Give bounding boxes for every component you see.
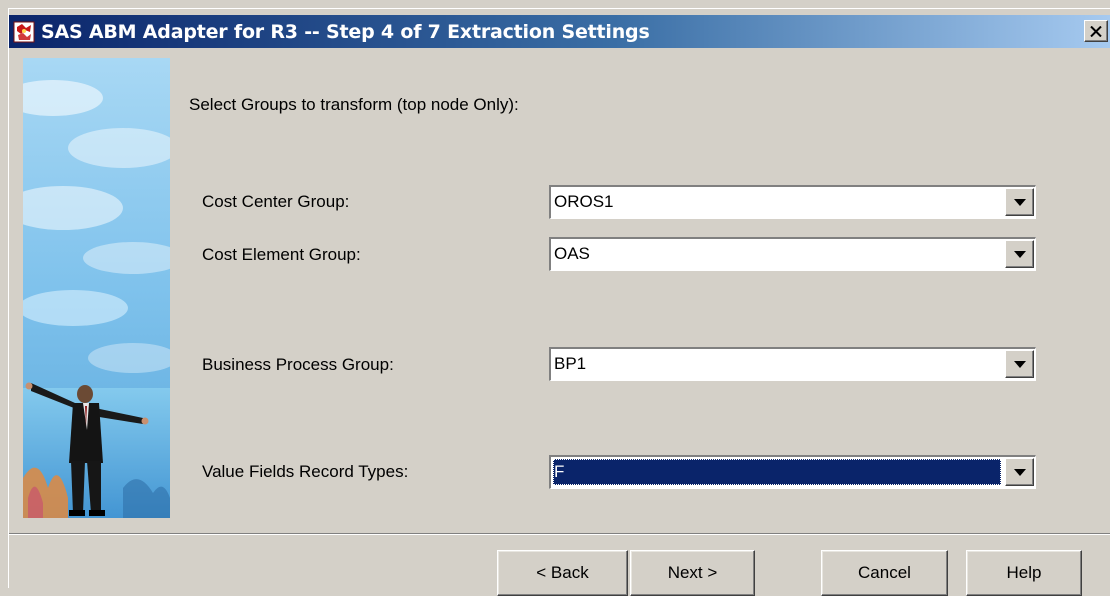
chevron-down-icon bbox=[1013, 360, 1026, 368]
cancel-button[interactable]: Cancel bbox=[821, 550, 948, 596]
wizard-window: SAS ABM Adapter for R3 -- Step 4 of 7 Ex… bbox=[8, 8, 1110, 596]
wizard-side-image bbox=[23, 58, 170, 518]
dropdown-button[interactable] bbox=[1005, 458, 1034, 486]
chevron-down-icon bbox=[1013, 468, 1026, 476]
chevron-down-icon bbox=[1013, 198, 1026, 206]
chevron-down-icon bbox=[1013, 250, 1026, 258]
sas-app-icon bbox=[13, 21, 35, 43]
cost-element-group-label: Cost Element Group: bbox=[202, 245, 361, 264]
cost-center-group-select[interactable]: OROS1 bbox=[549, 185, 1036, 219]
business-process-group-select[interactable]: BP1 bbox=[549, 347, 1036, 381]
close-button[interactable] bbox=[1084, 20, 1108, 42]
dropdown-button[interactable] bbox=[1005, 188, 1034, 216]
dropdown-button[interactable] bbox=[1005, 240, 1034, 268]
value-fields-record-types-value: F bbox=[553, 459, 1001, 485]
cost-center-group-value: OROS1 bbox=[554, 192, 614, 211]
back-button[interactable]: < Back bbox=[497, 550, 628, 596]
cost-center-group-label: Cost Center Group: bbox=[202, 192, 350, 211]
close-icon bbox=[1090, 25, 1102, 37]
business-process-group-value: BP1 bbox=[554, 354, 587, 373]
help-button[interactable]: Help bbox=[966, 550, 1082, 596]
cost-element-group-value: OAS bbox=[554, 244, 590, 263]
window-title: SAS ABM Adapter for R3 -- Step 4 of 7 Ex… bbox=[41, 21, 650, 43]
title-bar[interactable]: SAS ABM Adapter for R3 -- Step 4 of 7 Ex… bbox=[9, 15, 1110, 48]
next-button[interactable]: Next > bbox=[630, 550, 755, 596]
value-fields-record-types-select[interactable]: F bbox=[549, 455, 1036, 489]
business-process-group-label: Business Process Group: bbox=[202, 355, 394, 374]
instruction-heading: Select Groups to transform (top node Onl… bbox=[189, 95, 519, 114]
cost-element-group-select[interactable]: OAS bbox=[549, 237, 1036, 271]
value-fields-record-types-label: Value Fields Record Types: bbox=[202, 462, 409, 481]
dropdown-button[interactable] bbox=[1005, 350, 1034, 378]
button-separator bbox=[9, 533, 1110, 535]
